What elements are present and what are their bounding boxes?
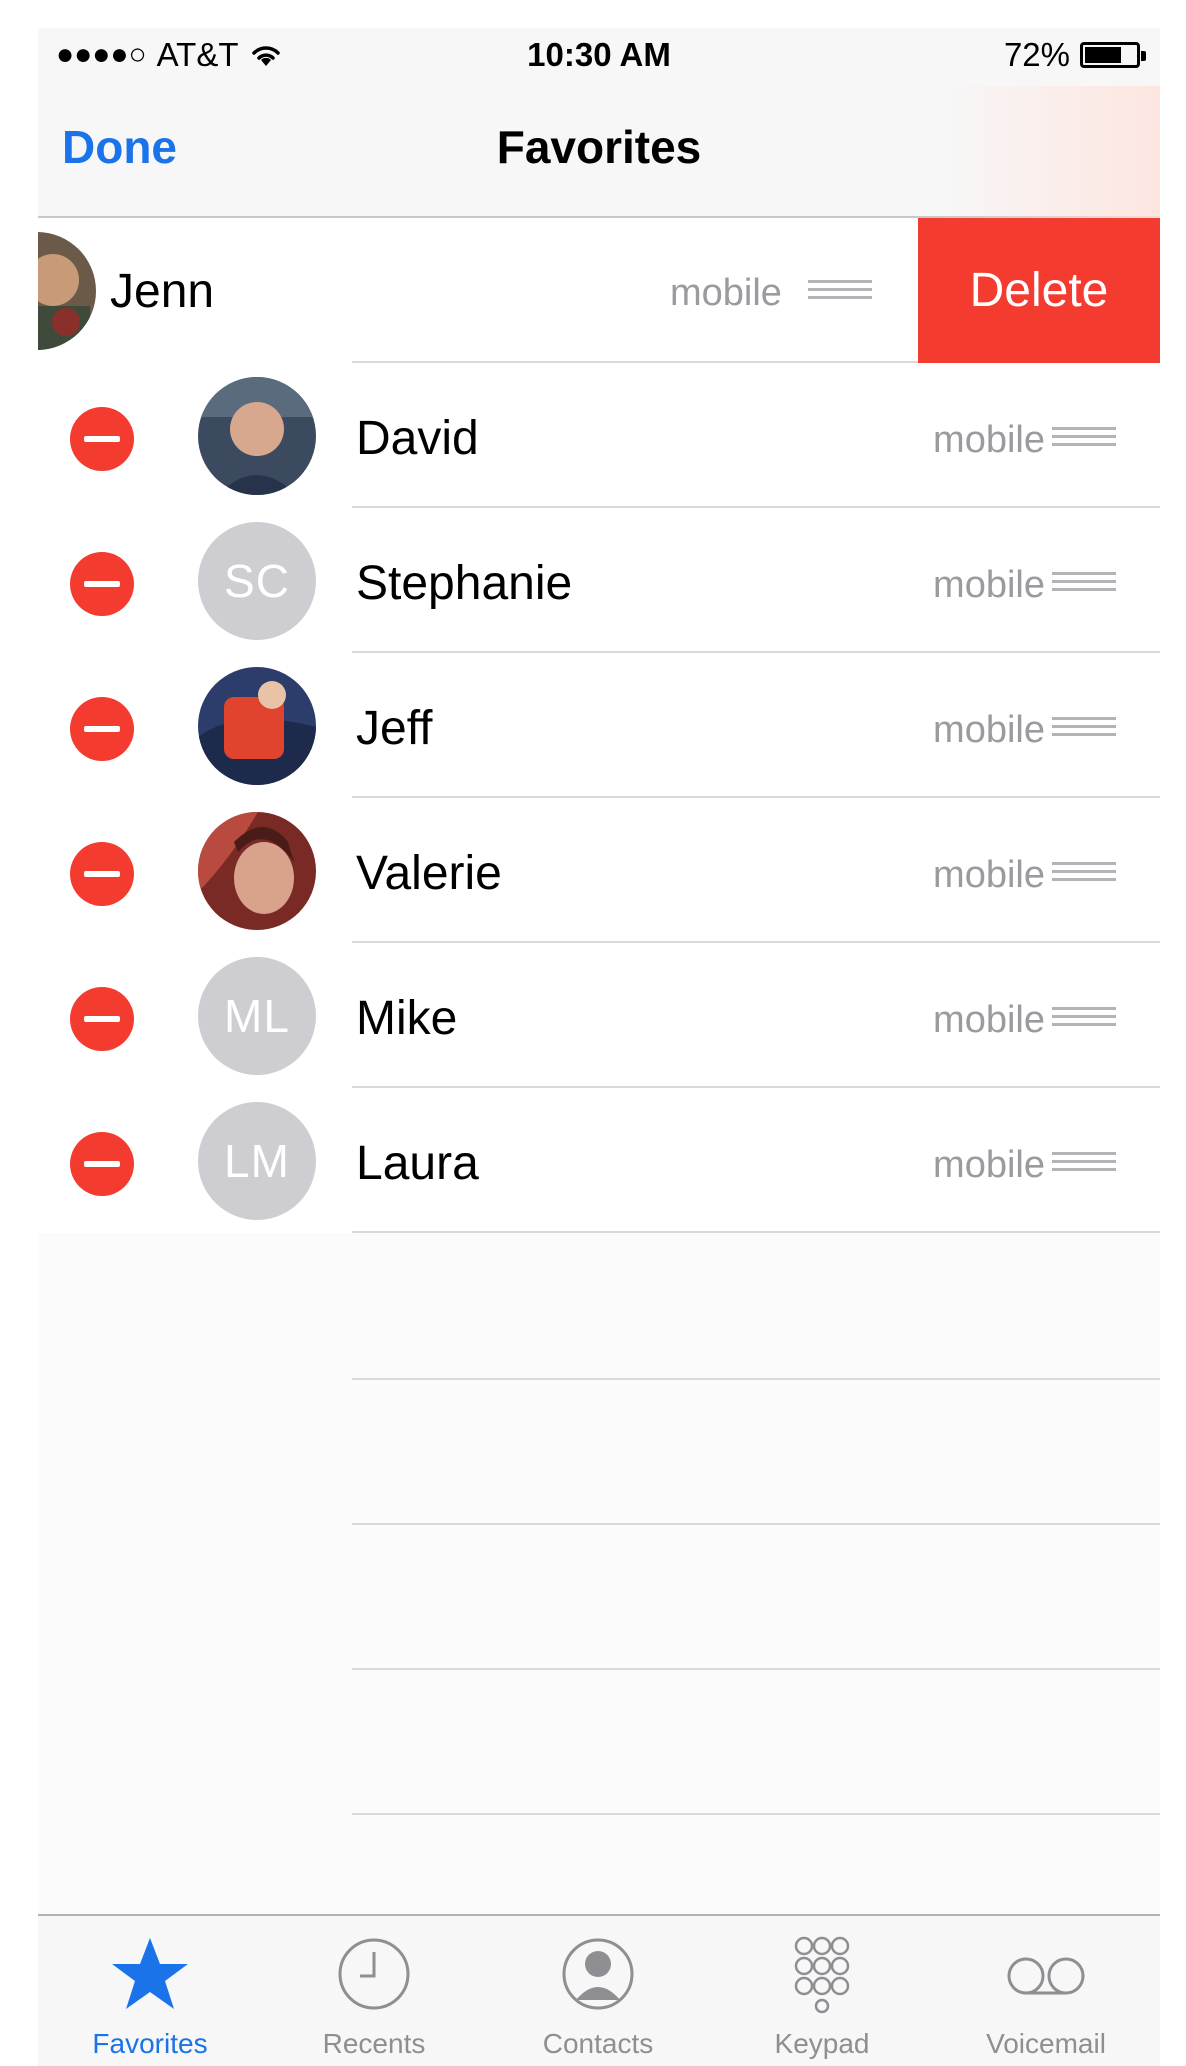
- row-separator: [352, 1231, 1160, 1233]
- contact-type: mobile: [670, 272, 782, 314]
- contact-type: mobile: [933, 854, 1045, 896]
- favorite-row[interactable]: Jeff mobile: [38, 653, 1160, 798]
- contact-type: mobile: [933, 1144, 1045, 1186]
- battery-percent: 72%: [1003, 36, 1070, 73]
- contact-name: Jeff: [356, 702, 433, 755]
- tab-contacts[interactable]: Contacts: [486, 1916, 710, 2066]
- favorite-row[interactable]: LM Laura mobile: [38, 1088, 1160, 1233]
- remove-favorite-button[interactable]: [70, 842, 134, 906]
- page-title: Favorites: [496, 121, 702, 173]
- avatar: [198, 667, 316, 785]
- star-icon: [112, 1938, 188, 2009]
- contact-type: mobile: [933, 419, 1045, 461]
- battery-nub: [1141, 51, 1146, 61]
- swiped-row-content[interactable]: Jenn mobile: [38, 218, 918, 363]
- contact-name: Mike: [356, 992, 458, 1045]
- contact-name: Valerie: [356, 847, 502, 900]
- phone-frame: ●●●●○ AT&T 10:30 AM 72% Done Favorites J…: [0, 0, 1186, 2066]
- avatar: [38, 232, 96, 350]
- status-right: 72%: [1003, 36, 1146, 74]
- reorder-handle-icon[interactable]: [808, 278, 872, 302]
- avatar: ML: [198, 957, 316, 1075]
- tab-label: Favorites: [92, 2028, 208, 2059]
- remove-favorite-button[interactable]: [70, 407, 134, 471]
- battery-icon: [1080, 42, 1146, 68]
- reorder-handle-icon[interactable]: [1052, 1150, 1116, 1174]
- person-icon: [562, 1938, 634, 2010]
- left-bezel: [0, 0, 38, 2066]
- avatar: LM: [198, 1102, 316, 1220]
- navigation-bar: Done Favorites: [38, 86, 1160, 218]
- contact-name: Laura: [356, 1137, 479, 1190]
- contact-name: David: [356, 412, 479, 465]
- remove-favorite-button[interactable]: [70, 987, 134, 1051]
- reorder-handle-icon[interactable]: [1052, 860, 1116, 884]
- contact-type: mobile: [933, 564, 1045, 606]
- reorder-handle-icon[interactable]: [1052, 1005, 1116, 1029]
- favorite-row-swiped[interactable]: Jenn mobile Delete: [38, 218, 1160, 363]
- remove-favorite-button[interactable]: [70, 1132, 134, 1196]
- favorites-screen: ●●●●○ AT&T 10:30 AM 72% Done Favorites J…: [38, 28, 1160, 2066]
- reorder-handle-icon[interactable]: [1052, 570, 1116, 594]
- contact-name: Stephanie: [356, 557, 573, 610]
- remove-favorite-button[interactable]: [70, 552, 134, 616]
- tab-voicemail[interactable]: Voicemail: [934, 1916, 1158, 2066]
- tab-keypad[interactable]: Keypad: [710, 1916, 934, 2066]
- tab-label: Voicemail: [986, 2028, 1106, 2059]
- tab-recents[interactable]: Recents: [262, 1916, 486, 2066]
- contact-name: Jenn: [110, 265, 215, 318]
- voicemail-icon: [1007, 1957, 1085, 1995]
- right-bezel: [1160, 0, 1186, 2066]
- tab-favorites[interactable]: Favorites: [38, 1916, 262, 2066]
- favorite-row[interactable]: David mobile: [38, 363, 1160, 508]
- avatar: SC: [198, 522, 316, 640]
- delete-button[interactable]: Delete: [918, 218, 1160, 363]
- favorite-row[interactable]: ML Mike mobile: [38, 943, 1160, 1088]
- status-bar: ●●●●○ AT&T 10:30 AM 72%: [38, 28, 1160, 86]
- empty-row-separator: [352, 1378, 1160, 1380]
- keypad-icon: [794, 1936, 850, 2014]
- avatar: [198, 812, 316, 930]
- status-time: 10:30 AM: [527, 36, 671, 73]
- tab-bar: Favorites Recents Contacts Keypad Voicem…: [38, 1914, 1160, 2066]
- empty-row-separator: [352, 1523, 1160, 1525]
- empty-row-separator: [352, 1813, 1160, 1815]
- tab-label: Recents: [322, 2028, 426, 2059]
- reorder-handle-icon[interactable]: [1052, 715, 1116, 739]
- reorder-handle-icon[interactable]: [1052, 425, 1116, 449]
- contact-type: mobile: [933, 999, 1045, 1041]
- favorite-row[interactable]: SC Stephanie mobile: [38, 508, 1160, 653]
- avatar: [198, 377, 316, 495]
- clock-icon: [338, 1938, 410, 2010]
- contact-type: mobile: [933, 709, 1045, 751]
- empty-row-separator: [352, 1668, 1160, 1670]
- remove-favorite-button[interactable]: [70, 697, 134, 761]
- tab-label: Contacts: [542, 2028, 654, 2059]
- battery-fill: [1085, 47, 1121, 63]
- favorite-row[interactable]: Valerie mobile: [38, 798, 1160, 943]
- tab-label: Keypad: [774, 2028, 870, 2059]
